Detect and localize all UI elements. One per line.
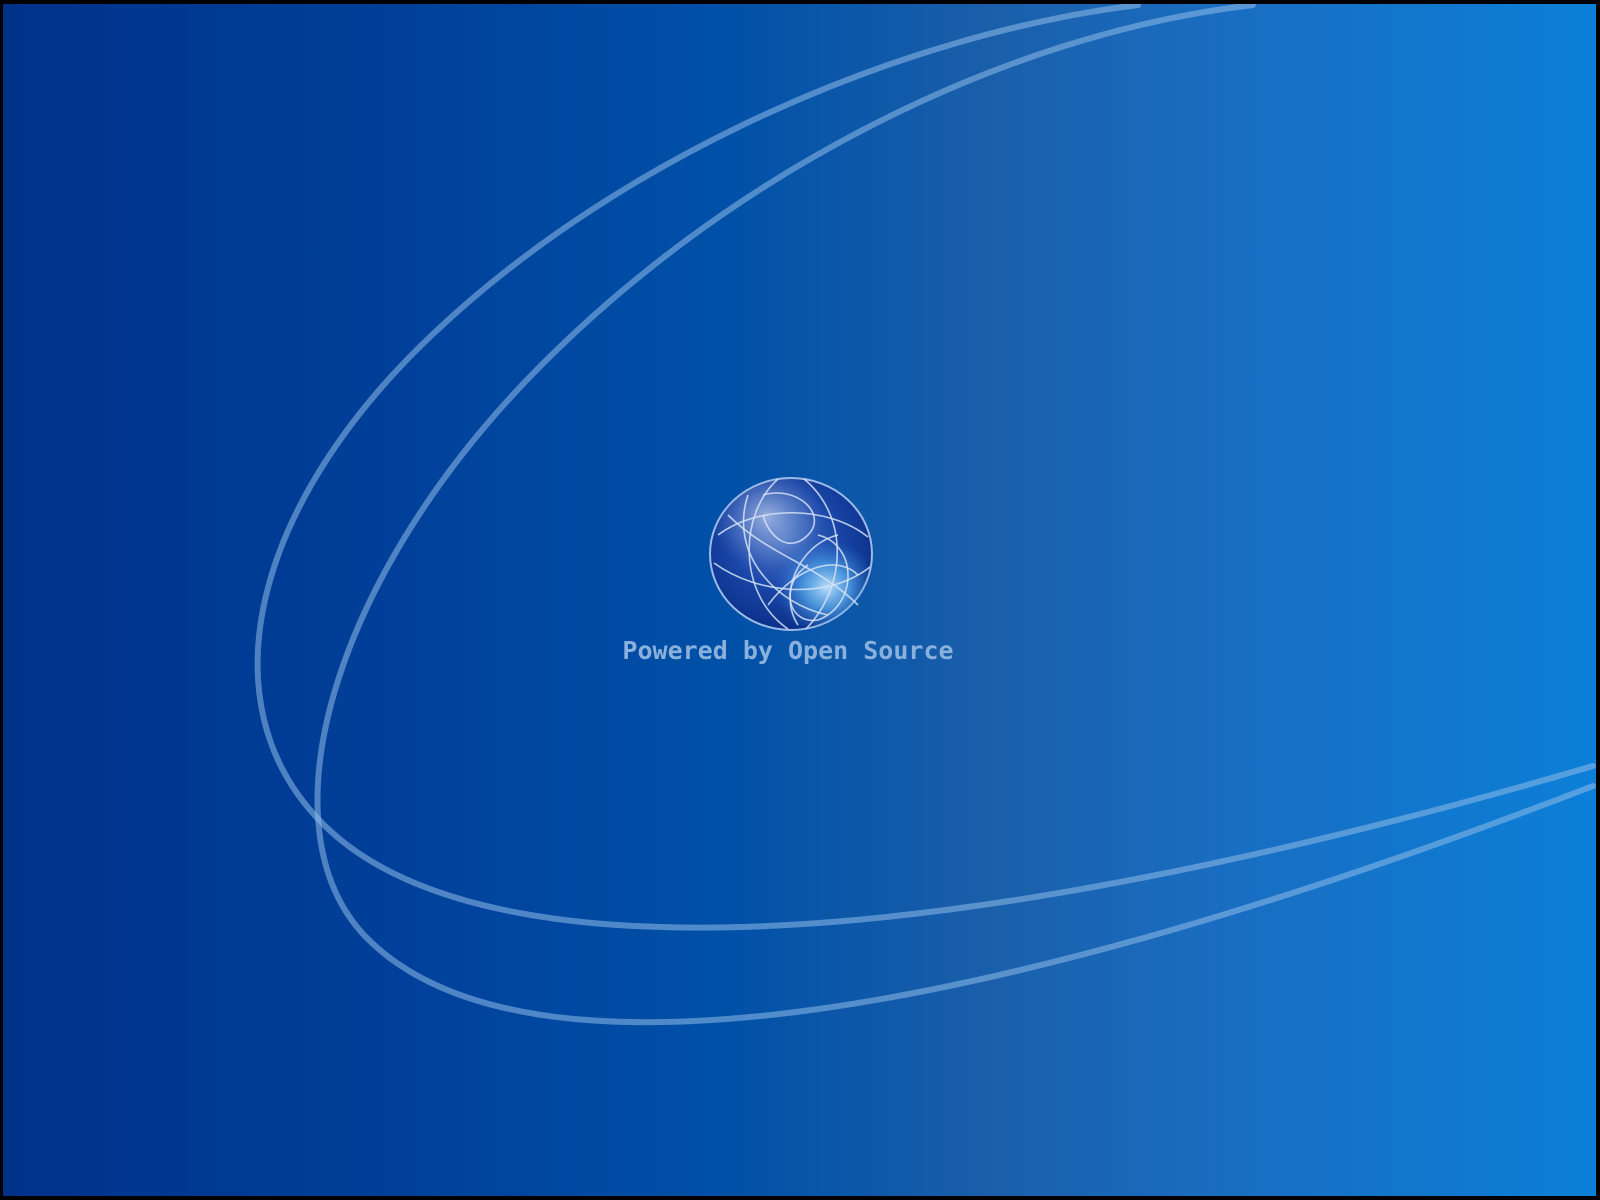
open-source-globe-icon (708, 475, 874, 633)
swoosh-inner-curve (314, 4, 1596, 1026)
swoosh-outer-curve (254, 4, 1596, 931)
powered-by-tagline: Powered by Open Source (622, 636, 954, 665)
desktop-wallpaper: Powered by Open Source (3, 4, 1596, 1196)
